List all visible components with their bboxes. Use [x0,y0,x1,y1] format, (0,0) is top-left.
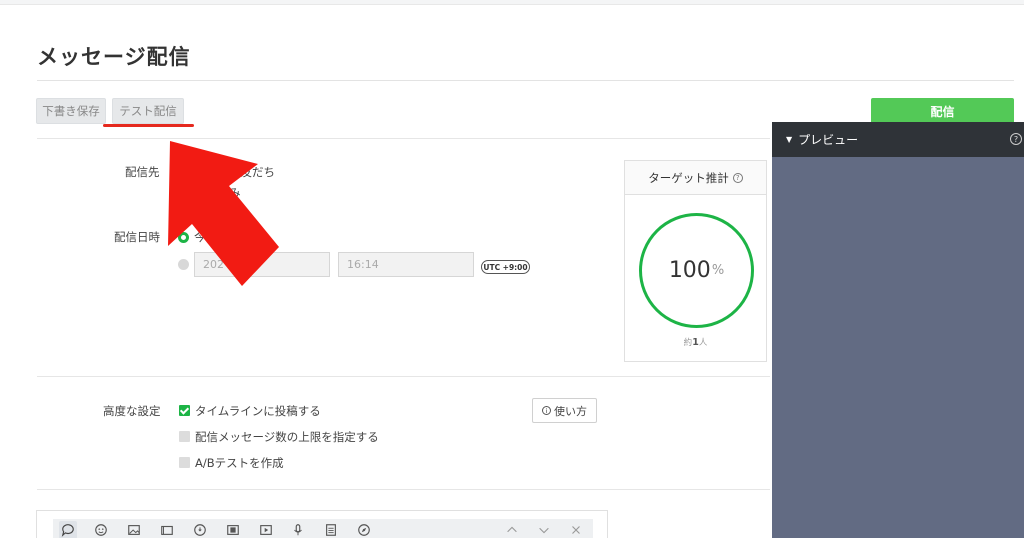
annotation-arrow [168,141,279,286]
message-broadcast-page: メッセージ配信 下書き保存 テスト配信 配信 配信先 の友だち み 配信日時 今… [0,4,1024,538]
